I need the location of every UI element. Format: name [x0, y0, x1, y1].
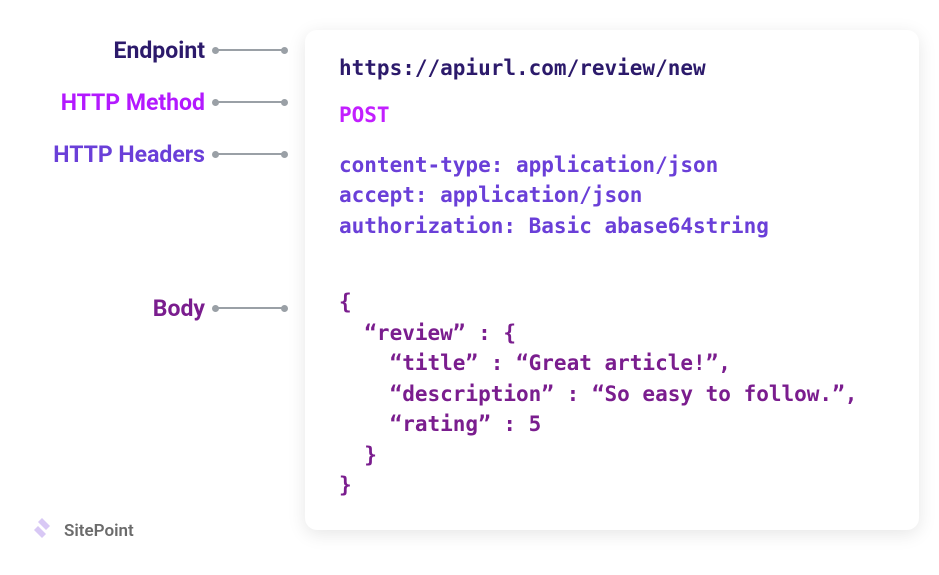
label-body: Body — [153, 294, 285, 322]
sitepoint-icon — [32, 516, 56, 545]
connector-icon — [215, 307, 285, 309]
label-endpoint-text: Endpoint — [114, 37, 205, 64]
label-method-text: HTTP Method — [61, 89, 205, 116]
connector-icon — [215, 49, 285, 51]
request-card: https://apiurl.com/review/new POST conte… — [305, 30, 919, 530]
label-column: Endpoint HTTP Method HTTP Headers Body — [20, 30, 285, 530]
label-endpoint: Endpoint — [114, 36, 285, 64]
brand-name: SitePoint — [64, 521, 134, 541]
brand-logo: SitePoint — [32, 516, 134, 545]
diagram-container: Endpoint HTTP Method HTTP Headers Body h… — [0, 0, 939, 530]
connector-icon — [215, 153, 285, 155]
headers-value: content-type: application/json accept: a… — [339, 150, 885, 241]
label-method: HTTP Method — [61, 88, 285, 116]
label-body-text: Body — [153, 295, 205, 322]
label-headers-text: HTTP Headers — [53, 141, 205, 168]
body-value: { “review” : { “title” : “Great article!… — [339, 287, 885, 500]
method-value: POST — [339, 105, 885, 126]
connector-icon — [215, 101, 285, 103]
endpoint-value: https://apiurl.com/review/new — [339, 58, 885, 79]
label-headers: HTTP Headers — [53, 140, 285, 168]
